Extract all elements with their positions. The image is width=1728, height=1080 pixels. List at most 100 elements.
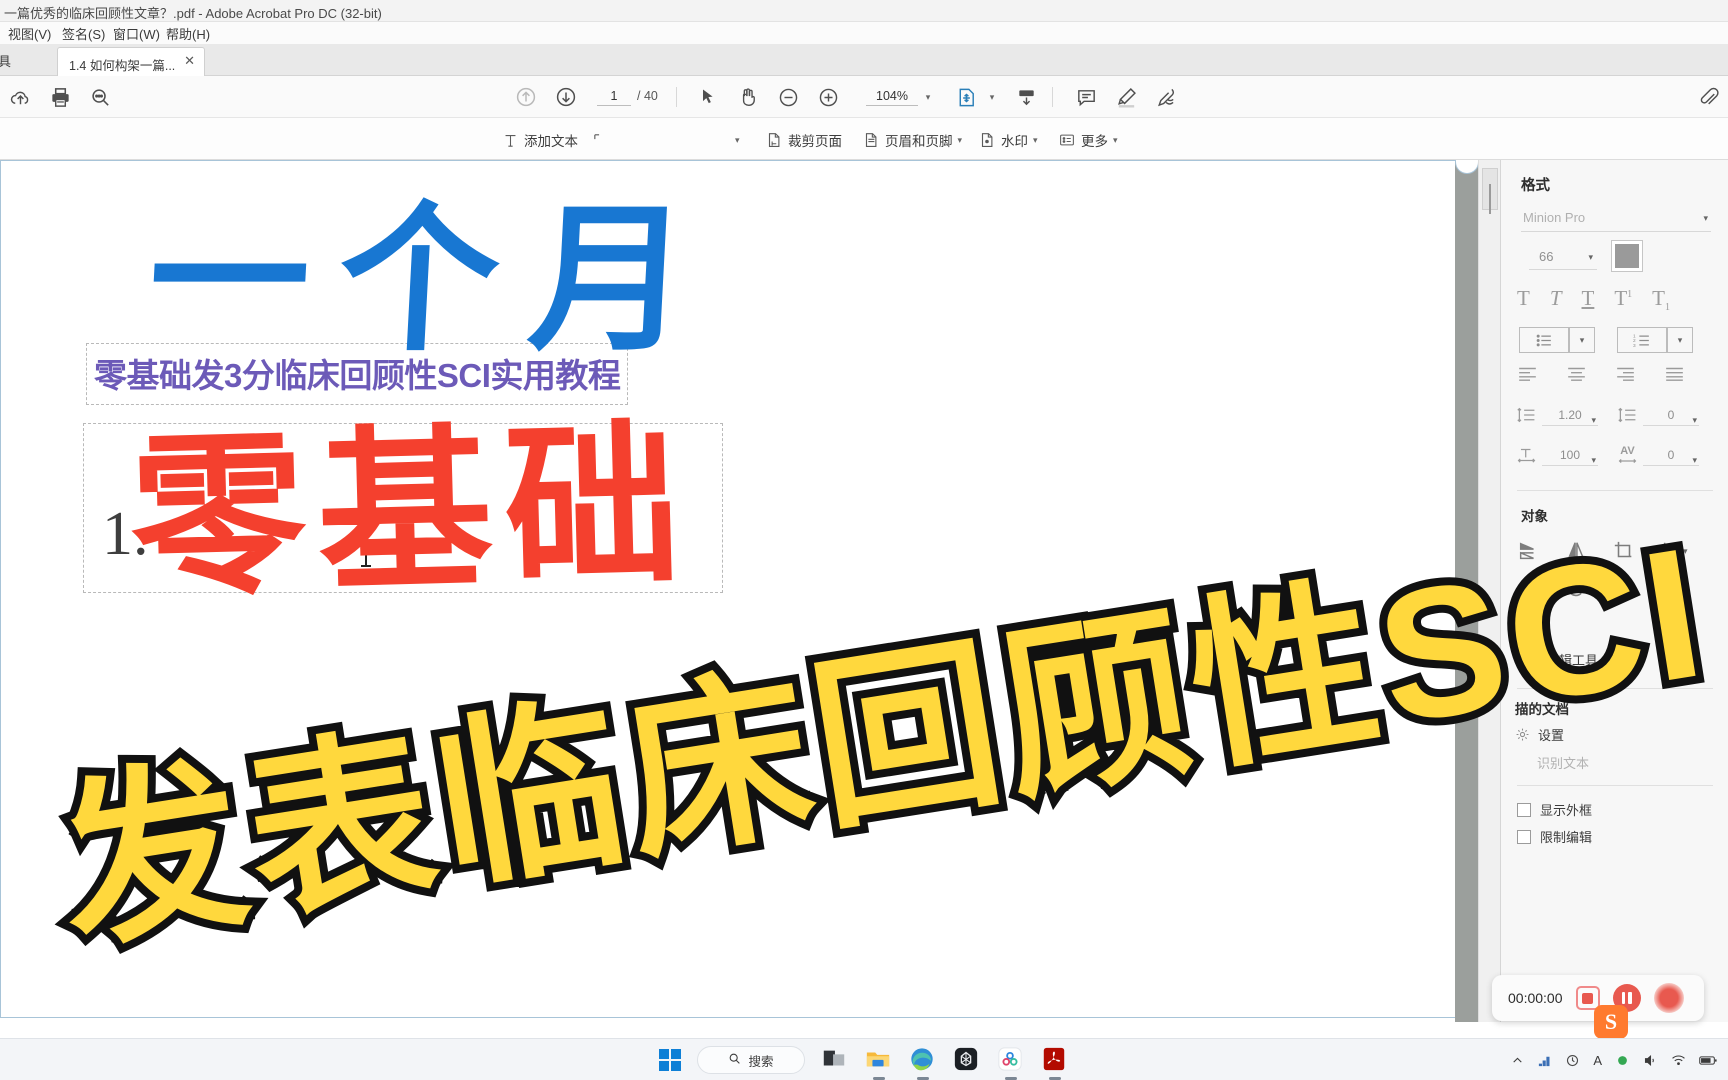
watermark-label: 水印: [1001, 134, 1028, 149]
add-image-caret-icon[interactable]: ▾: [735, 128, 740, 152]
edit-tools-button[interactable]: 编辑工具...: [1521, 650, 1609, 669]
tracking-select[interactable]: 0 ▾: [1643, 444, 1699, 466]
rotate-counterclockwise-button[interactable]: [1517, 578, 1539, 600]
zoom-dropdown-caret-icon[interactable]: ▾: [920, 83, 936, 111]
menu-item-window[interactable]: 窗口(W): [113, 24, 160, 43]
font-size-select[interactable]: 66 ▾: [1529, 246, 1597, 270]
cursor-arrow-icon[interactable]: [694, 83, 722, 111]
numbered-list-caret-icon[interactable]: ▾: [1667, 327, 1693, 353]
ime-icon-A[interactable]: A: [1593, 1053, 1602, 1068]
document-view[interactable]: 零基础发3分临床回顾性SCI实用教程 1.: [0, 160, 1500, 1022]
bullet-list-button[interactable]: [1519, 327, 1569, 353]
zoom-in-icon[interactable]: [814, 83, 842, 111]
italic-button[interactable]: T: [1550, 287, 1562, 313]
chevron-down-icon[interactable]: ▾: [1113, 135, 1118, 146]
add-text-icon: [502, 132, 519, 149]
document-panel-splitter[interactable]: [1455, 160, 1479, 1022]
hand-icon[interactable]: [734, 83, 762, 111]
close-icon[interactable]: ✕: [184, 53, 195, 69]
horizontal-scale-select[interactable]: 100 ▾: [1542, 444, 1598, 466]
subscript-button[interactable]: T1: [1652, 287, 1670, 313]
document-tab[interactable]: 1.4 如何构架一篇... ✕: [57, 47, 205, 76]
network-icon[interactable]: [1537, 1053, 1552, 1068]
checkbox-box[interactable]: [1517, 802, 1531, 817]
scroll-down-icon[interactable]: [1012, 83, 1040, 111]
arrow-up-circle-icon[interactable]: [512, 83, 540, 111]
more-button[interactable]: 更多 ▾: [1058, 128, 1118, 152]
pdf-heading-text[interactable]: 零基础发3分临床回顾性SCI实用教程: [86, 343, 629, 405]
taskbar-search-button[interactable]: 搜索: [697, 1046, 805, 1074]
printer-icon[interactable]: [46, 83, 74, 111]
page-fit-icon[interactable]: [952, 83, 980, 111]
app-cloud-icon[interactable]: [997, 1046, 1025, 1080]
windows-start-icon[interactable]: [659, 1049, 681, 1071]
numbered-list-button[interactable]: 1 2 3: [1617, 327, 1667, 353]
arrow-down-circle-icon[interactable]: [552, 83, 580, 111]
bold-button[interactable]: T: [1517, 287, 1530, 313]
paperclip-icon[interactable]: [1694, 83, 1722, 111]
comment-icon[interactable]: [1072, 83, 1100, 111]
menu-item-sign[interactable]: 签名(S): [62, 24, 105, 43]
pdf-page[interactable]: 零基础发3分临床回顾性SCI实用教程 1.: [0, 160, 1466, 1018]
search-icon[interactable]: [86, 83, 114, 111]
paragraph-spacing-select[interactable]: 0 ▾: [1643, 404, 1699, 426]
edge-browser-icon[interactable]: [909, 1046, 937, 1080]
zoom-level-input[interactable]: 104%: [866, 87, 918, 106]
add-text-button[interactable]: 添加文本: [502, 128, 578, 152]
app-dark-icon[interactable]: [953, 1046, 981, 1074]
font-color-swatch[interactable]: [1611, 240, 1643, 272]
crop-object-button[interactable]: [1613, 540, 1635, 562]
add-image-button[interactable]: [592, 128, 614, 152]
edit-pdf-toolbar: 添加文本 ▾ 裁剪页面 页眉和页脚 ▾ 水印 ▾ 更多 ▾: [0, 118, 1728, 160]
show-outline-checkbox[interactable]: 显示外框: [1517, 800, 1592, 819]
settings-button[interactable]: 设置: [1515, 725, 1564, 744]
flip-vertical-button[interactable]: [1517, 540, 1539, 562]
font-name-select[interactable]: Minion Pro ▾: [1521, 206, 1711, 232]
acrobat-reader-icon[interactable]: [1041, 1046, 1069, 1080]
panel-divider-2: [1517, 688, 1713, 689]
watermark-button[interactable]: 水印 ▾: [978, 128, 1038, 152]
crop-page-button[interactable]: 裁剪页面: [765, 128, 842, 152]
wifi-icon[interactable]: [1671, 1053, 1686, 1068]
document-vertical-scrollbar[interactable]: [1478, 160, 1500, 1022]
arrange-objects-button[interactable]: ▾: [1661, 578, 1688, 600]
chevron-down-icon[interactable]: ▾: [1033, 135, 1038, 146]
sign-pen-icon[interactable]: [1152, 83, 1180, 111]
menu-bar: 视图(V) 签名(S) 窗口(W) 帮助(H): [0, 22, 1728, 44]
pdf-list-number: 1.: [102, 500, 149, 568]
align-center-button[interactable]: [1566, 366, 1587, 386]
line-spacing-select[interactable]: 1.20 ▾: [1542, 404, 1598, 426]
file-explorer-icon[interactable]: [865, 1046, 893, 1080]
recognize-text-button[interactable]: 识别文本: [1537, 753, 1589, 772]
bullet-list-caret-icon[interactable]: ▾: [1569, 327, 1595, 353]
upload-cloud-icon[interactable]: [6, 83, 34, 111]
replace-image-button[interactable]: [1613, 578, 1635, 600]
menu-item-view[interactable]: 视图(V): [8, 24, 51, 43]
align-left-button[interactable]: [1517, 366, 1538, 386]
checkbox-box[interactable]: [1517, 829, 1531, 844]
pdf-list-textbox[interactable]: 1.: [83, 423, 723, 593]
task-view-icon[interactable]: [821, 1046, 849, 1074]
superscript-button[interactable]: T1: [1614, 287, 1632, 313]
restrict-edit-checkbox[interactable]: 限制编辑: [1517, 827, 1592, 846]
align-justify-button[interactable]: [1664, 366, 1685, 386]
rotate-clockwise-button[interactable]: [1565, 578, 1587, 600]
header-footer-button[interactable]: 页眉和页脚 ▾: [862, 128, 962, 152]
battery-icon[interactable]: [1699, 1054, 1718, 1067]
page-number-input[interactable]: 1: [597, 87, 631, 106]
page-fit-caret-icon[interactable]: ▾: [984, 83, 1000, 111]
flip-horizontal-button[interactable]: [1565, 540, 1587, 562]
align-objects-button[interactable]: ▾: [1661, 540, 1688, 562]
tray-expand-chevron-icon[interactable]: [1511, 1054, 1524, 1067]
align-right-button[interactable]: [1615, 366, 1636, 386]
underline-button[interactable]: T: [1582, 287, 1595, 313]
tools-tab-label[interactable]: 具: [0, 51, 11, 70]
speaker-icon[interactable]: [1643, 1053, 1658, 1068]
zoom-out-icon[interactable]: [774, 83, 802, 111]
chevron-down-icon[interactable]: ▾: [958, 135, 963, 146]
tray-app-icon[interactable]: [1565, 1053, 1580, 1068]
tray-green-icon[interactable]: [1615, 1053, 1630, 1068]
menu-item-help[interactable]: 帮助(H): [166, 24, 210, 43]
record-dot-icon[interactable]: [1653, 983, 1684, 1013]
highlighter-icon[interactable]: [1112, 83, 1140, 111]
